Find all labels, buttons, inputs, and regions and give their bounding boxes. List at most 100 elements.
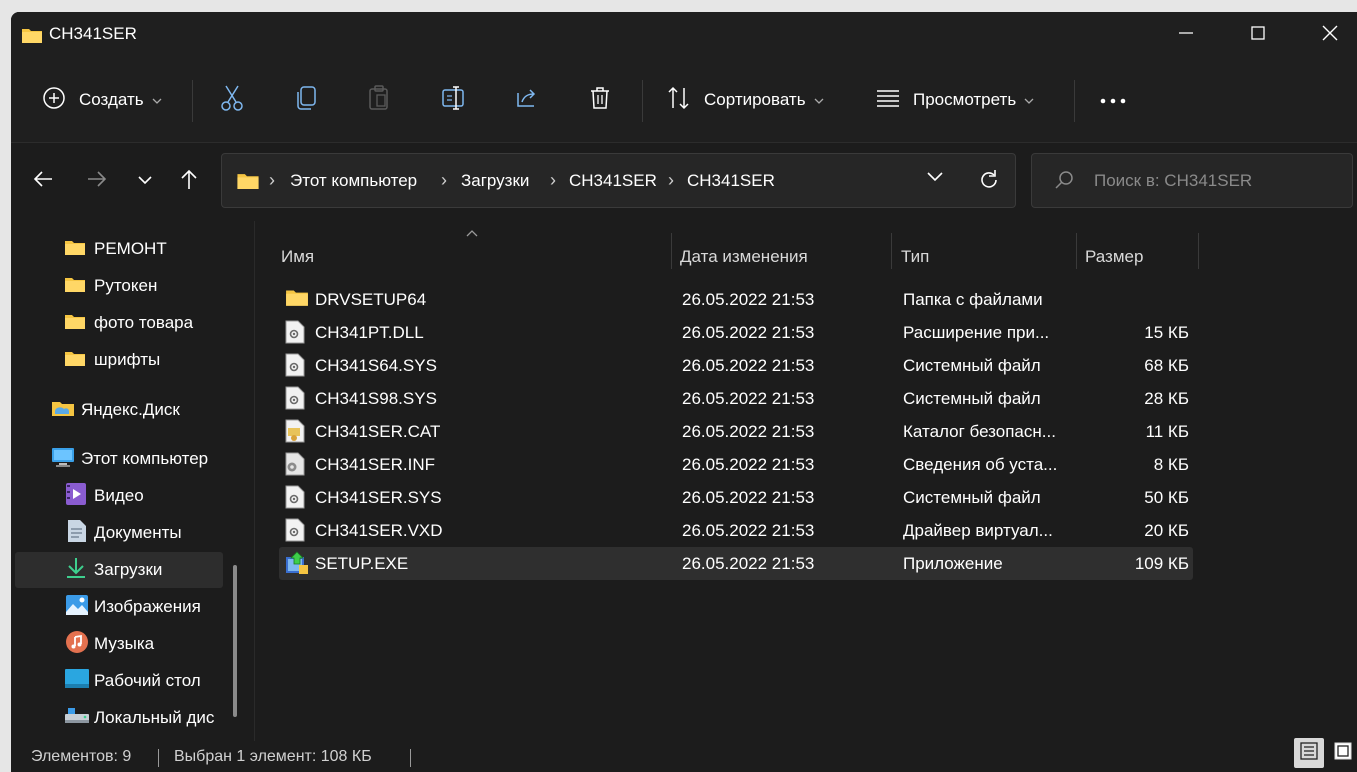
file-row[interactable]: CH341SER.CAT 26.05.2022 21:53 Каталог безо… xyxy=(279,415,1193,448)
sidebar-item-video[interactable]: Видео xyxy=(15,478,223,514)
details-view-button[interactable] xyxy=(1294,738,1324,768)
plus-circle-icon xyxy=(41,85,67,116)
create-button[interactable]: Создать xyxy=(41,80,162,120)
file-row[interactable]: DRVSETUP64 26.05.2022 21:53 Папка с файлам… xyxy=(279,283,1193,316)
setup-exe-icon xyxy=(285,551,309,580)
file-row[interactable]: SETUP.EXE 26.05.2022 21:53 Приложение 109 К… xyxy=(279,547,1193,580)
file-row[interactable]: CH341SER.SYS 26.05.2022 21:53 Системный фа… xyxy=(279,481,1193,514)
sidebar-item-downloads[interactable]: Загрузки xyxy=(15,552,223,588)
pane-divider[interactable] xyxy=(254,221,255,741)
file-name: CH341S98.SYS xyxy=(315,389,437,408)
large-icons-view-button[interactable] xyxy=(1328,738,1357,768)
minimize-button[interactable] xyxy=(1153,12,1219,58)
column-header-size[interactable]: Размер xyxy=(1085,235,1143,279)
title-bar[interactable]: CH341SER xyxy=(11,12,1357,58)
maximize-button[interactable] xyxy=(1225,12,1291,58)
sidebar-item-documents[interactable]: Документы xyxy=(15,515,223,551)
status-item-count: Элементов: 9 xyxy=(31,748,132,765)
details-view-icon xyxy=(1300,741,1318,765)
sidebar-item-label: фото товара xyxy=(94,313,194,332)
maximize-icon xyxy=(1250,25,1266,46)
copy-button[interactable] xyxy=(295,80,319,120)
sidebar-item-this-pc[interactable]: Этот компьютер xyxy=(15,441,223,477)
sidebar-scrollbar[interactable] xyxy=(233,565,237,717)
copy-icon xyxy=(295,84,319,117)
column-header-date[interactable]: Дата изменения xyxy=(680,235,808,279)
view-icon xyxy=(875,87,901,114)
toolbar-divider xyxy=(192,80,193,122)
cut-icon xyxy=(219,84,245,117)
address-bar[interactable]: › Этот компьютер › Загрузки › CH341SER ›… xyxy=(221,153,1016,208)
sidebar-item-pictures[interactable]: Изображения xyxy=(15,589,223,625)
view-button[interactable]: Просмотреть xyxy=(875,80,1034,120)
chevron-down-icon xyxy=(1024,90,1034,110)
up-button[interactable] xyxy=(173,165,205,197)
folder-icon xyxy=(63,349,87,372)
minimize-icon xyxy=(1178,25,1194,46)
file-date: 26.05.2022 21:53 xyxy=(682,356,815,375)
sidebar-item-yandex-disk[interactable]: Яндекс.Диск xyxy=(15,392,223,428)
column-header-label: Дата изменения xyxy=(680,247,808,266)
file-date: 26.05.2022 21:53 xyxy=(682,554,815,573)
documents-icon xyxy=(67,519,87,548)
sidebar-item-remont[interactable]: РЕМОНТ xyxy=(15,231,223,267)
delete-button[interactable] xyxy=(588,80,612,120)
file-date: 26.05.2022 21:53 xyxy=(682,422,815,441)
column-divider[interactable] xyxy=(891,233,892,269)
column-divider[interactable] xyxy=(1076,233,1077,269)
rename-button[interactable] xyxy=(440,80,468,120)
sidebar-item-desktop[interactable]: Рабочий стол xyxy=(15,663,223,699)
file-row[interactable]: CH341S98.SYS 26.05.2022 21:53 Системный фа… xyxy=(279,382,1193,415)
local-disk-icon xyxy=(64,706,90,731)
file-type: Приложение xyxy=(903,554,1003,573)
back-button[interactable] xyxy=(27,165,59,197)
recent-locations-button[interactable] xyxy=(129,165,161,197)
file-type: Расширение при... xyxy=(903,323,1050,342)
breadcrumb-this-pc[interactable]: Этот компьютер xyxy=(290,171,417,191)
share-button[interactable] xyxy=(514,80,540,120)
paste-button[interactable] xyxy=(367,80,391,120)
file-row[interactable]: CH341SER.INF 26.05.2022 21:53 Сведения об … xyxy=(279,448,1193,481)
status-divider xyxy=(410,749,411,767)
file-type: Системный файл xyxy=(903,389,1041,408)
file-size: 28 КБ xyxy=(1144,389,1189,408)
sidebar-item-shrifty[interactable]: шрифты xyxy=(15,342,223,378)
file-type: Каталог безопасн... xyxy=(903,422,1056,441)
search-box[interactable]: Поиск в: CH341SER xyxy=(1031,153,1353,208)
more-button[interactable] xyxy=(1099,80,1127,120)
toolbar-divider xyxy=(642,80,643,122)
close-button[interactable] xyxy=(1297,12,1357,58)
sidebar-item-rutoken[interactable]: Рутокен xyxy=(15,268,223,304)
column-header-type[interactable]: Тип xyxy=(901,235,929,279)
address-dropdown-button[interactable] xyxy=(926,170,944,188)
column-divider[interactable] xyxy=(671,233,672,269)
sidebar-item-music[interactable]: Музыка xyxy=(15,626,223,662)
file-size: 20 КБ xyxy=(1144,521,1189,540)
search-input[interactable]: Поиск в: CH341SER xyxy=(1094,171,1252,191)
navigation-pane: РЕМОНТ Рутокен фото товара шрифты Яндекс… xyxy=(11,221,249,732)
file-name: CH341PT.DLL xyxy=(315,323,424,342)
video-icon xyxy=(65,482,87,511)
file-row[interactable]: CH341PT.DLL 26.05.2022 21:53 Расширение пр… xyxy=(279,316,1193,349)
sort-button[interactable]: Сортировать xyxy=(666,80,824,120)
file-size: 109 КБ xyxy=(1134,554,1189,573)
column-header-label: Размер xyxy=(1085,247,1144,266)
arrow-up-icon xyxy=(179,168,199,195)
refresh-button[interactable] xyxy=(977,168,1001,197)
system-file-icon xyxy=(285,320,305,349)
forward-button[interactable] xyxy=(81,165,113,197)
sort-ascending-icon xyxy=(466,224,478,242)
column-header-name[interactable]: Имя xyxy=(281,235,314,279)
sidebar-item-local-disk[interactable]: Локальный дис xyxy=(15,700,223,736)
column-header-label: Тип xyxy=(901,247,930,266)
breadcrumb-downloads[interactable]: Загрузки xyxy=(461,171,529,191)
file-row[interactable]: CH341SER.VXD 26.05.2022 21:53 Драйвер вирт… xyxy=(279,514,1193,547)
column-divider[interactable] xyxy=(1198,233,1199,269)
column-header-label: Имя xyxy=(281,247,315,266)
breadcrumb-ch341ser-current[interactable]: CH341SER xyxy=(687,171,775,191)
cut-button[interactable] xyxy=(219,80,245,120)
sidebar-item-foto-tovara[interactable]: фото товара xyxy=(15,305,223,341)
file-row[interactable]: CH341S64.SYS 26.05.2022 21:53 Системный фа… xyxy=(279,349,1193,382)
sidebar-item-label: Видео xyxy=(94,486,144,505)
breadcrumb-ch341ser[interactable]: CH341SER xyxy=(569,171,657,191)
